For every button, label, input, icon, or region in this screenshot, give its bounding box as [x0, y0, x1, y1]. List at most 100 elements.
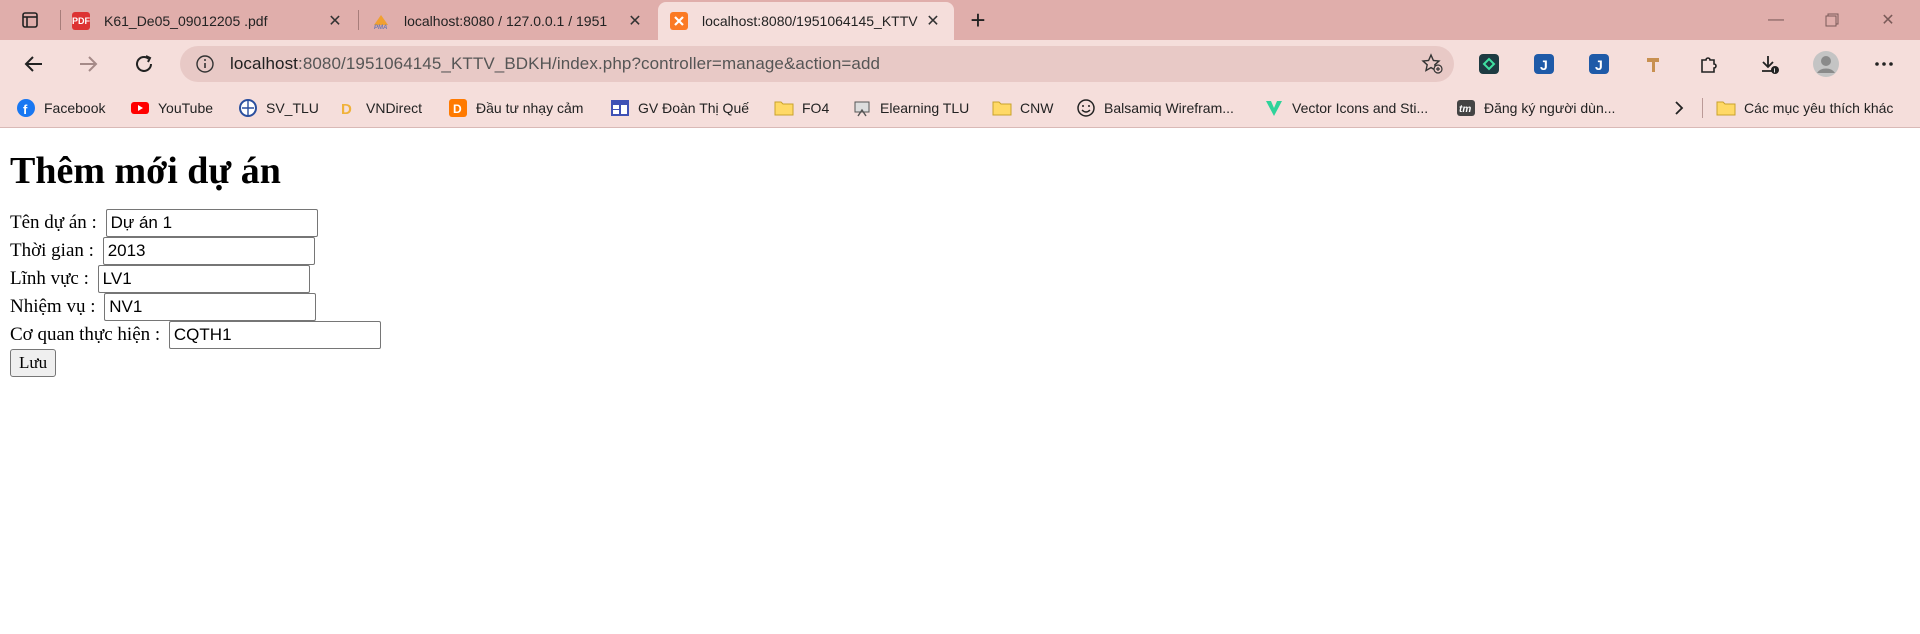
youtube-icon	[130, 98, 150, 118]
ten-du-an-input[interactable]	[105, 208, 318, 237]
bookmark-label: CNW	[1020, 100, 1054, 116]
plus-icon: +	[970, 4, 986, 35]
bookmark-label: FO4	[802, 100, 830, 116]
extensions-puzzle-icon[interactable]	[1695, 50, 1723, 78]
bookmarks-bar: f Facebook YouTube SV_TLU D VNDirect D Đ…	[0, 88, 1920, 128]
field-label: Nhiệm vụ :	[10, 295, 101, 317]
bookmark-cnw[interactable]: CNW	[992, 88, 1053, 128]
downloads-icon[interactable]: i	[1755, 50, 1783, 78]
profile-avatar-icon[interactable]	[1812, 50, 1840, 78]
nhiem-vu-input[interactable]	[104, 292, 317, 321]
add-favorite-icon[interactable]	[1410, 53, 1454, 75]
back-arrow-icon	[24, 56, 42, 72]
forward-arrow-icon	[80, 56, 98, 72]
bookmark-sv-tlu[interactable]: SV_TLU	[238, 88, 319, 128]
bookmark-balsamiq[interactable]: Balsamiq Wirefram...	[1076, 88, 1234, 128]
bookmark-fo4[interactable]: FO4	[774, 88, 829, 128]
tab-pdf[interactable]: PDF K61_De05_09012205 .pdf ✕	[60, 2, 356, 40]
bookmark-facebook[interactable]: f Facebook	[16, 88, 105, 128]
close-tab-icon[interactable]: ✕	[626, 11, 644, 31]
chevron-right-icon	[1675, 101, 1684, 115]
browser-toolbar: localhost:8080/1951064145_KTTV_BDKH/inde…	[0, 40, 1920, 88]
address-bar[interactable]: localhost:8080/1951064145_KTTV_BDKH/inde…	[180, 46, 1454, 82]
minimize-button[interactable]: ―	[1748, 0, 1804, 40]
svg-text:tm: tm	[1459, 104, 1471, 115]
extension-j2-icon[interactable]: J	[1585, 50, 1613, 78]
tab-phpmyadmin[interactable]: PMA localhost:8080 / 127.0.0.1 / 1951 ✕	[360, 2, 656, 40]
forward-button[interactable]	[72, 48, 104, 80]
linh-vuc-input[interactable]	[97, 264, 310, 293]
facebook-icon: f	[16, 98, 36, 118]
tab-title: localhost:8080 / 127.0.0.1 / 1951	[404, 13, 608, 29]
globe-icon	[238, 98, 258, 118]
bookmark-dang-ky[interactable]: tm Đăng ký người dùn...	[1456, 88, 1615, 128]
save-button[interactable]: Lưu	[10, 349, 57, 378]
co-quan-thuc-hien-input[interactable]	[168, 320, 381, 349]
bookmark-label: Vector Icons and Sti...	[1292, 100, 1429, 116]
tab-strip: PDF K61_De05_09012205 .pdf ✕ PMA localho…	[0, 0, 1920, 40]
bookmark-other-favorites[interactable]: Các mục yêu thích khác	[1716, 88, 1893, 128]
xampp-icon	[670, 12, 688, 30]
close-tab-icon[interactable]: ✕	[924, 11, 942, 31]
url-host: localhost	[230, 54, 298, 73]
bookmarks-separator	[1702, 98, 1703, 118]
svg-text:D: D	[453, 102, 462, 116]
bookmark-gv-doan-thi-que[interactable]: GV Đoàn Thị Quế	[610, 88, 749, 128]
svg-text:J: J	[1595, 57, 1603, 73]
phpmyadmin-icon: PMA	[372, 12, 390, 30]
bookmark-vndirect[interactable]: D VNDirect	[338, 88, 422, 128]
bookmark-label: SV_TLU	[266, 100, 319, 116]
bookmark-label: Đăng ký người dùn...	[1484, 100, 1616, 116]
bookmark-elearning-tlu[interactable]: Elearning TLU	[852, 88, 969, 128]
extension-green-icon[interactable]	[1475, 50, 1503, 78]
extension-j-icon[interactable]: J	[1530, 50, 1558, 78]
vector-icon	[1264, 98, 1284, 118]
thoi-gian-input[interactable]	[102, 236, 315, 265]
bookmark-label: Đầu tư nhạy cảm	[476, 100, 584, 116]
bookmark-label: Các mục yêu thích khác	[1744, 100, 1894, 116]
svg-text:D: D	[341, 101, 352, 118]
extension-hammer-icon[interactable]	[1640, 50, 1668, 78]
form-row-thoi-gian: Thời gian :	[10, 236, 1910, 265]
minimize-icon: ―	[1768, 11, 1784, 28]
url-text[interactable]: localhost:8080/1951064145_KTTV_BDKH/inde…	[230, 54, 1410, 74]
bookmark-dau-tu[interactable]: D Đầu tư nhạy cảm	[448, 88, 583, 128]
close-window-button[interactable]: ✕	[1860, 0, 1916, 40]
field-label: Thời gian :	[10, 239, 99, 261]
bookmark-youtube[interactable]: YouTube	[130, 88, 213, 128]
bookmark-label: VNDirect	[366, 100, 423, 116]
dnse-icon: D	[448, 98, 468, 118]
close-tab-icon[interactable]: ✕	[326, 11, 344, 31]
bookmark-label: Facebook	[44, 100, 106, 116]
vndirect-icon: D	[338, 98, 358, 118]
form-row-linh-vuc: Lĩnh vực :	[10, 264, 1910, 293]
field-label: Tên dự án :	[10, 211, 102, 233]
back-button[interactable]	[18, 48, 50, 80]
folder-icon	[774, 98, 794, 118]
bookmarks-overflow-button[interactable]	[1672, 88, 1686, 128]
restore-icon	[1825, 13, 1839, 27]
svg-text:f: f	[23, 102, 28, 117]
svg-text:J: J	[1540, 57, 1548, 73]
field-label: Lĩnh vực :	[10, 267, 94, 289]
tab-actions-button[interactable]	[10, 6, 50, 34]
site-info-icon[interactable]	[180, 54, 230, 74]
close-icon: ✕	[1881, 12, 1895, 29]
reload-button[interactable]	[128, 48, 160, 80]
form-row-submit: Lưu	[10, 349, 1910, 378]
bookmark-label: YouTube	[158, 100, 214, 116]
url-path: :8080/1951064145_KTTV_BDKH/index.php?con…	[298, 54, 881, 73]
restore-button[interactable]	[1804, 0, 1860, 40]
new-tab-button[interactable]: +	[962, 4, 994, 36]
bookmark-label: GV Đoàn Thị Quế	[638, 100, 750, 116]
bookmark-label: Balsamiq Wirefram...	[1104, 100, 1234, 116]
bookmark-vector-icons[interactable]: Vector Icons and Sti...	[1264, 88, 1428, 128]
pdf-icon: PDF	[72, 12, 90, 30]
folder-icon	[1716, 98, 1736, 118]
form-row-nhiem-vu: Nhiệm vụ :	[10, 292, 1910, 321]
tm-icon: tm	[1456, 98, 1476, 118]
more-menu-icon[interactable]	[1870, 50, 1898, 78]
tab-localhost-active[interactable]: localhost:8080/1951064145_KTTV ✕	[658, 2, 954, 40]
tab-title: K61_De05_09012205 .pdf	[104, 13, 268, 29]
tab-actions-icon	[22, 12, 38, 28]
